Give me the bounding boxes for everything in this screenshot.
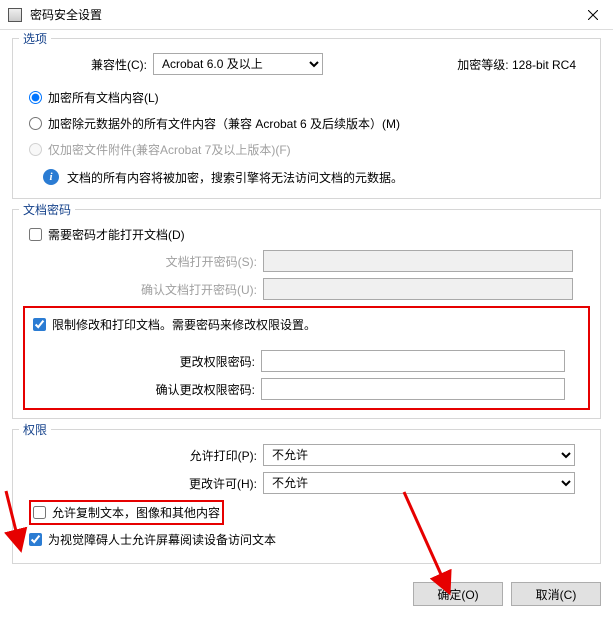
group-permissions: 权限 允许打印(P): 不允许 更改许可(H): 不允许 允许复制文本，图像和其… — [12, 429, 601, 564]
print-select[interactable]: 不允许 — [263, 444, 575, 466]
group-options: 选项 兼容性(C): Acrobat 6.0 及以上 加密等级: 128-bit… — [12, 38, 601, 199]
check-copy-input[interactable] — [33, 506, 46, 519]
ok-button[interactable]: 确定(O) — [413, 582, 503, 606]
check-require-open-label: 需要密码才能打开文档(D) — [48, 226, 185, 243]
check-screenreader-input[interactable] — [29, 533, 42, 546]
close-button[interactable] — [573, 0, 613, 29]
radio-encrypt-attach: 仅加密文件附件(兼容Acrobat 7及以上版本)(F) — [23, 139, 590, 159]
redbox-restrict: 限制修改和打印文档。需要密码来修改权限设置。 更改权限密码: 确认更改权限密码: — [23, 306, 590, 410]
open-pw-input — [263, 250, 573, 272]
open-pw-confirm-label: 确认文档打开密码(U): — [23, 281, 263, 298]
check-copy-label: 允许复制文本，图像和其他内容 — [52, 504, 220, 521]
print-label: 允许打印(P): — [23, 447, 263, 464]
open-pw-confirm-input — [263, 278, 573, 300]
group-options-title: 选项 — [19, 30, 51, 47]
app-icon — [8, 8, 22, 22]
radio-encrypt-all-label: 加密所有文档内容(L) — [48, 89, 159, 106]
window-title: 密码安全设置 — [30, 6, 573, 23]
info-icon: i — [43, 169, 59, 185]
open-pw-label: 文档打开密码(S): — [23, 253, 263, 270]
group-perm-title: 权限 — [19, 421, 51, 438]
radio-encrypt-except-input[interactable] — [29, 117, 42, 130]
radio-encrypt-all[interactable]: 加密所有文档内容(L) — [23, 87, 590, 107]
cancel-button[interactable]: 取消(C) — [511, 582, 601, 606]
check-restrict[interactable]: 限制修改和打印文档。需要密码来修改权限设置。 — [31, 314, 582, 334]
group-doc-password: 文档密码 需要密码才能打开文档(D) 文档打开密码(S): 确认文档打开密码(U… — [12, 209, 601, 419]
info-text: 文档的所有内容将被加密，搜索引擎将无法访问文档的元数据。 — [67, 169, 403, 186]
check-require-open[interactable]: 需要密码才能打开文档(D) — [23, 224, 590, 244]
check-require-open-input[interactable] — [29, 228, 42, 241]
close-icon — [588, 10, 598, 20]
check-copy[interactable]: 允许复制文本，图像和其他内容 — [29, 500, 224, 525]
check-screenreader[interactable]: 为视觉障碍人士允许屏幕阅读设备访问文本 — [23, 529, 590, 549]
perm-pw-input[interactable] — [261, 350, 565, 372]
check-restrict-input[interactable] — [33, 318, 46, 331]
perm-pw-confirm-input[interactable] — [261, 378, 565, 400]
info-row: i 文档的所有内容将被加密，搜索引擎将无法访问文档的元数据。 — [23, 165, 590, 190]
compat-select[interactable]: Acrobat 6.0 及以上 — [153, 53, 323, 75]
compat-label: 兼容性(C): — [83, 56, 153, 73]
perm-pw-label: 更改权限密码: — [31, 353, 261, 370]
radio-encrypt-all-input[interactable] — [29, 91, 42, 104]
button-row: 确定(O) 取消(C) — [0, 574, 613, 606]
group-doc-title: 文档密码 — [19, 201, 75, 218]
radio-encrypt-attach-input — [29, 143, 42, 156]
change-select[interactable]: 不允许 — [263, 472, 575, 494]
perm-pw-confirm-label: 确认更改权限密码: — [31, 381, 261, 398]
encrypt-level: 加密等级: 128-bit RC4 — [457, 56, 576, 73]
titlebar: 密码安全设置 — [0, 0, 613, 30]
check-restrict-label: 限制修改和打印文档。需要密码来修改权限设置。 — [52, 316, 316, 333]
radio-encrypt-except[interactable]: 加密除元数据外的所有文件内容（兼容 Acrobat 6 及后续版本）(M) — [23, 113, 590, 133]
check-screenreader-label: 为视觉障碍人士允许屏幕阅读设备访问文本 — [48, 531, 276, 548]
radio-encrypt-attach-label: 仅加密文件附件(兼容Acrobat 7及以上版本)(F) — [48, 141, 291, 158]
radio-encrypt-except-label: 加密除元数据外的所有文件内容（兼容 Acrobat 6 及后续版本）(M) — [48, 115, 400, 132]
change-label: 更改许可(H): — [23, 475, 263, 492]
